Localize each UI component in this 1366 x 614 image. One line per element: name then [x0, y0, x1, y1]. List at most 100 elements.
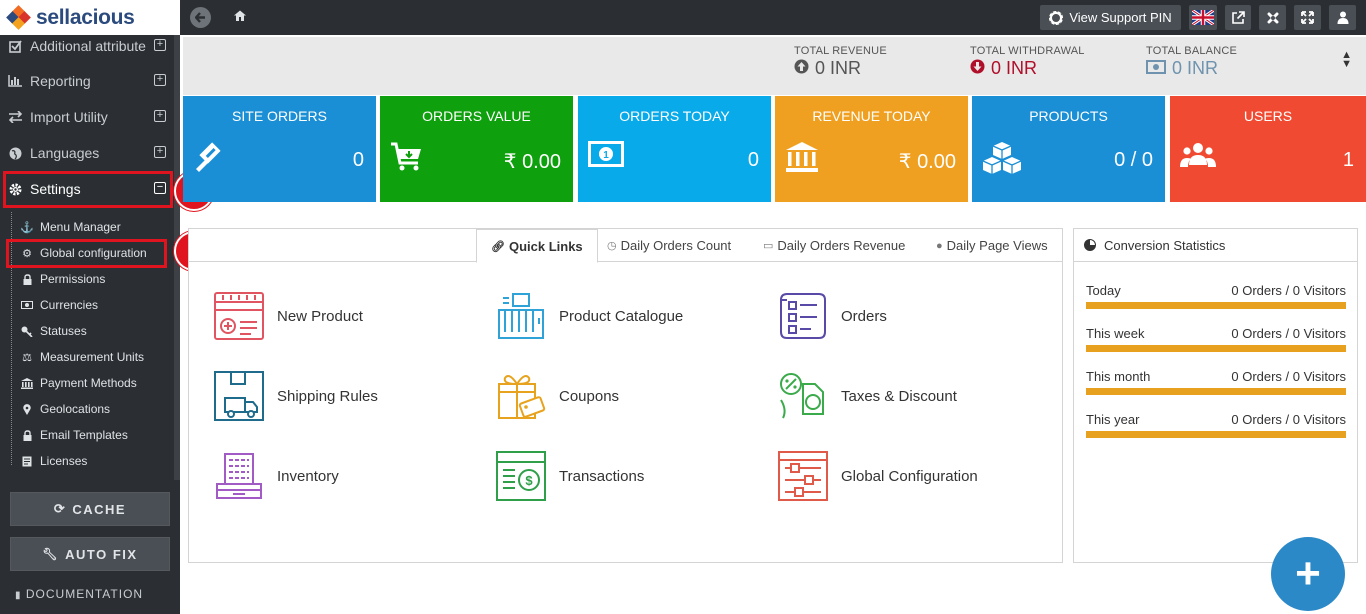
sidebar-item-statuses[interactable]: Statuses [12, 318, 172, 344]
tab-label: Daily Orders Revenue [777, 238, 906, 253]
quick-link-label: New Product [277, 307, 363, 325]
balance-scale-icon: ⚖ [22, 351, 32, 364]
quick-link-label: Orders [841, 307, 887, 325]
tab-daily-page-views[interactable]: ● Daily Page Views [936, 229, 1048, 262]
tile-orders-today[interactable]: ORDERS TODAY 1 0 [578, 96, 771, 202]
add-floating-button[interactable]: + [1271, 537, 1345, 611]
quick-link-orders[interactable]: Orders [777, 290, 887, 342]
tab-quick-links[interactable]: 🔗︎ Quick Links [476, 229, 598, 263]
expand-icon[interactable]: + [154, 110, 166, 122]
quick-link-taxes-discount[interactable]: Taxes & Discount [777, 370, 957, 422]
conversion-label: This week [1086, 326, 1145, 341]
sidebar-item-measurement-units[interactable]: ⚖ Measurement Units [12, 344, 172, 370]
sidebar-item-languages[interactable]: Languages + [0, 135, 173, 171]
sort-icon[interactable]: ▲ ▼ [1341, 50, 1352, 70]
expand-icon[interactable]: + [154, 146, 166, 158]
conversion-label: This month [1086, 369, 1151, 384]
sidebar-item-label: Statuses [40, 324, 87, 338]
conversion-bar [1086, 345, 1346, 352]
total-withdrawal-label: TOTAL WITHDRAWAL [970, 45, 1085, 57]
fullscreen-button[interactable] [1294, 5, 1321, 30]
tab-label: Daily Page Views [946, 238, 1048, 253]
home-icon[interactable] [234, 9, 246, 24]
sidebar-item-menu-manager[interactable]: ⚓ Menu Manager [12, 214, 172, 240]
back-button[interactable] [190, 7, 211, 28]
quick-link-label: Inventory [277, 467, 339, 485]
expand-icon[interactable]: + [154, 74, 166, 86]
sidebar-item-email-templates[interactable]: Email Templates [12, 422, 172, 448]
sidebar-item-reporting[interactable]: Reporting + [0, 63, 173, 99]
lock-icon [20, 429, 34, 441]
total-balance: TOTAL BALANCE 0 INR [1146, 45, 1237, 79]
language-flag-button[interactable] [1189, 5, 1217, 30]
tile-users[interactable]: USERS 1 [1170, 96, 1366, 202]
bar-chart-icon [7, 75, 23, 87]
quick-link-coupons[interactable]: Coupons [495, 370, 619, 422]
auto-fix-button[interactable]: 🔧︎ AUTO FIX [10, 537, 170, 571]
quick-link-product-catalogue[interactable]: Product Catalogue [495, 290, 683, 342]
conversion-statistics-panel: Conversion Statistics Today 0 Orders / 0 … [1073, 228, 1358, 563]
tile-value: 0 [747, 149, 759, 171]
money-icon: ▭ [763, 240, 774, 252]
sidebar-item-additional-attribute[interactable]: Additional attribute + [0, 28, 173, 64]
external-link-button[interactable] [1225, 5, 1251, 30]
tile-orders-value[interactable]: ORDERS VALUE ₹ 0.00 [380, 96, 573, 202]
sidebar-item-permissions[interactable]: Permissions [12, 266, 172, 292]
tile-title: REVENUE TODAY [812, 108, 931, 124]
tile-title: ORDERS TODAY [619, 108, 730, 124]
pie-chart-icon [1084, 239, 1096, 251]
sidebar-item-import-utility[interactable]: Import Utility + [0, 99, 173, 135]
quick-link-label: Product Catalogue [559, 307, 684, 325]
map-marker-icon [20, 403, 34, 415]
sidebar-item-currencies[interactable]: Currencies [12, 292, 172, 318]
highlight-global-configuration [6, 239, 167, 268]
tile-site-orders[interactable]: SITE ORDERS 0 [183, 96, 376, 202]
tile-title: PRODUCTS [1029, 108, 1108, 124]
quick-links-panel: 🔗︎ Quick Links ◷ Daily Orders Count ▭ Da… [188, 228, 1063, 563]
conversion-label: This year [1086, 412, 1140, 427]
quick-link-transactions[interactable]: $ Transactions [495, 450, 644, 502]
tab-daily-orders-count[interactable]: ◷ Daily Orders Count [607, 229, 731, 262]
users-icon [1180, 141, 1216, 176]
quick-link-label: Transactions [559, 467, 645, 485]
life-ring-icon [1049, 10, 1064, 25]
arrow-circle-down-icon [970, 59, 985, 78]
cache-button[interactable]: ⟳ CACHE [10, 492, 170, 526]
quick-link-label: Global Configuration [841, 467, 978, 485]
user-menu-button[interactable] [1329, 5, 1356, 30]
tile-value: 1 [1342, 149, 1354, 171]
highlight-settings [3, 171, 173, 208]
anchor-icon: ⚓ [20, 221, 34, 234]
top-bar: View Support PIN [180, 0, 1366, 35]
documentation-link[interactable]: ▮ DOCUMENTATION [15, 587, 143, 601]
sidebar-item-licenses[interactable]: Licenses [12, 448, 172, 474]
sidebar: sellacious Additional attribute + Report… [0, 0, 180, 614]
quick-link-inventory[interactable]: Inventory [213, 450, 339, 502]
total-balance-value: 0 INR [1172, 58, 1219, 78]
conversion-row-year: This year 0 Orders / 0 Visitors [1086, 412, 1346, 438]
sidebar-item-geolocations[interactable]: Geolocations [12, 396, 172, 422]
quick-link-new-product[interactable]: New Product [213, 290, 363, 342]
money-icon [20, 301, 34, 309]
auto-fix-label: AUTO FIX [65, 546, 138, 562]
expand-icon[interactable]: + [154, 39, 166, 51]
view-support-pin-button[interactable]: View Support PIN [1040, 5, 1181, 30]
joomla-button[interactable] [1259, 5, 1286, 30]
conversion-row-week: This week 0 Orders / 0 Visitors [1086, 326, 1346, 352]
book-icon: ▮ [15, 590, 22, 601]
tile-revenue-today[interactable]: REVENUE TODAY ₹ 0.00 [775, 96, 968, 202]
quick-link-shipping-rules[interactable]: Shipping Rules [213, 370, 378, 422]
shipping-rules-icon [214, 371, 264, 421]
joomla-icon [1267, 12, 1278, 23]
dashboard-tabs: 🔗︎ Quick Links ◷ Daily Orders Count ▭ Da… [189, 229, 1062, 263]
quick-link-global-configuration[interactable]: Global Configuration [777, 450, 978, 502]
globe-icon [7, 147, 23, 160]
sidebar-item-payment-methods[interactable]: Payment Methods [12, 370, 172, 396]
tab-daily-orders-revenue[interactable]: ▭ Daily Orders Revenue [763, 229, 905, 262]
globe-icon: ● [936, 239, 943, 252]
sidebar-item-label: Currencies [40, 298, 99, 312]
sidebar-item-label: Languages [30, 145, 100, 161]
tile-title: USERS [1243, 108, 1293, 124]
user-icon [1337, 11, 1348, 24]
tile-products[interactable]: PRODUCTS 0 / 0 [972, 96, 1165, 202]
